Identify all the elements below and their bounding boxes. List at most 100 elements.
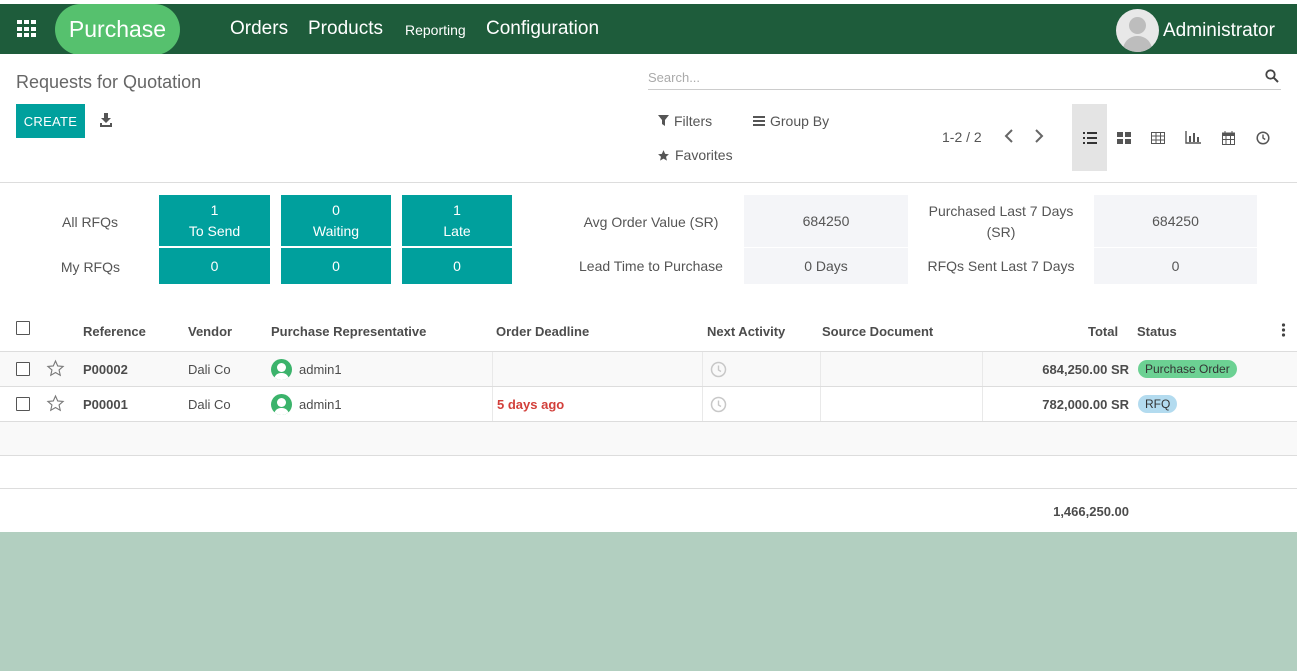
pager-value[interactable]: 1-2 / 2 (942, 129, 982, 145)
menu-orders[interactable]: Orders (230, 18, 288, 40)
tile-label: Late (443, 222, 471, 239)
row-checkbox[interactable] (16, 362, 30, 376)
search-icon[interactable] (1265, 69, 1279, 83)
purchased-7d-value: 684250 (1094, 195, 1257, 247)
pivot-view-icon (1150, 131, 1165, 144)
tile-count: 1 (453, 201, 461, 218)
tile-my-waiting[interactable]: 0 (281, 248, 391, 284)
kanban-view-button[interactable] (1106, 104, 1141, 171)
group-by-button[interactable]: Group By (753, 113, 829, 129)
status-badge: Purchase Order (1138, 360, 1237, 378)
col-rep[interactable]: Purchase Representative (271, 324, 426, 339)
my-rfqs-label: My RFQs (60, 259, 120, 275)
cell-divider (702, 387, 703, 421)
graph-view-button[interactable] (1175, 104, 1210, 171)
tile-count: 0 (453, 257, 461, 274)
col-reference[interactable]: Reference (83, 324, 146, 339)
app-brand[interactable]: Purchase (55, 4, 180, 55)
tile-my-late[interactable]: 0 (402, 248, 512, 284)
col-status[interactable]: Status (1137, 324, 1177, 339)
cell-reference: P00001 (83, 397, 128, 412)
col-source[interactable]: Source Document (822, 324, 933, 339)
row-checkbox[interactable] (16, 397, 30, 411)
more-options-icon[interactable] (1281, 323, 1286, 337)
tile-all-to-send[interactable]: 1 To Send (159, 195, 270, 246)
col-activity[interactable]: Next Activity (707, 324, 785, 339)
cell-deadline: 5 days ago (497, 397, 565, 412)
col-total[interactable]: Total (1088, 324, 1118, 339)
menu-configuration[interactable]: Configuration (486, 18, 599, 40)
lead-time-label: Lead Time to Purchase (579, 258, 723, 274)
cell-rep: admin1 (299, 362, 342, 377)
rfqs-sent-value: 0 (1094, 248, 1257, 284)
user-avatar (1116, 9, 1159, 52)
chevron-left-icon[interactable] (1002, 127, 1016, 145)
filters-button[interactable]: Filters (658, 113, 712, 129)
chevron-right-icon[interactable] (1032, 127, 1046, 145)
apps-grid-icon[interactable] (17, 20, 37, 38)
pivot-view-button[interactable] (1140, 104, 1175, 171)
cell-rep: admin1 (299, 397, 342, 412)
list-bars-icon (753, 116, 765, 126)
table-row[interactable]: P00001 Dali Co admin1 5 days ago 782,000… (0, 387, 1297, 422)
navbar: Purchase Orders Products Reporting Confi… (0, 4, 1297, 55)
activity-clock-icon[interactable] (710, 396, 727, 413)
calendar-view-button[interactable] (1211, 104, 1246, 171)
purchased-7d-label-line1: Purchased Last 7 Days (928, 203, 1074, 219)
rfqs-sent-label: RFQs Sent Last 7 Days (927, 258, 1075, 274)
calendar-view-icon (1222, 130, 1235, 145)
main-content: Requests for Quotation CREATE Filters Gr… (0, 54, 1297, 532)
filters-label: Filters (674, 113, 713, 129)
kanban-view-icon (1116, 131, 1131, 144)
download-icon[interactable] (99, 112, 113, 128)
purchased-7d-label-line2: (SR) (986, 224, 1016, 240)
empty-row (0, 422, 1297, 456)
create-button[interactable]: CREATE (16, 104, 85, 138)
cell-divider (820, 352, 821, 386)
cell-divider (702, 352, 703, 386)
star-icon[interactable] (46, 359, 65, 378)
rep-avatar (271, 394, 292, 415)
tile-all-waiting[interactable]: 0 Waiting (281, 195, 391, 246)
activity-view-button[interactable] (1245, 104, 1280, 171)
lead-time-value: 0 Days (744, 248, 908, 284)
favorites-label: Favorites (675, 147, 733, 163)
cell-divider (492, 387, 493, 421)
col-deadline[interactable]: Order Deadline (496, 324, 589, 339)
avg-order-value: 684250 (744, 195, 908, 247)
select-all-checkbox[interactable] (16, 321, 30, 335)
tile-count: 0 (332, 257, 340, 274)
grand-total: 1,466,250.00 (1053, 504, 1129, 519)
tile-count: 0 (210, 257, 219, 274)
favorites-button[interactable]: Favorites (657, 147, 733, 163)
avg-order-value-label: Avg Order Value (SR) (583, 214, 719, 230)
tile-label: To Send (188, 222, 241, 239)
search-input[interactable] (648, 66, 1248, 89)
list-view-button[interactable] (1072, 104, 1107, 171)
col-vendor[interactable]: Vendor (188, 324, 232, 339)
table-row[interactable]: P00002 Dali Co admin1 684,250.00 SR Purc… (0, 352, 1297, 387)
cell-vendor: Dali Co (188, 397, 231, 412)
cell-divider (820, 387, 821, 421)
star-filled-icon (658, 149, 669, 161)
tile-count: 1 (210, 201, 219, 218)
activity-clock-icon[interactable] (710, 361, 727, 378)
filter-icon (658, 115, 669, 126)
cell-total: 684,250.00 SR (1042, 362, 1129, 377)
menu-reporting[interactable]: Reporting (405, 22, 466, 38)
clock-view-icon (1255, 130, 1270, 145)
star-icon[interactable] (46, 394, 65, 413)
group-by-label: Group By (770, 113, 830, 129)
user-menu[interactable]: Administrator (1116, 9, 1275, 52)
menu-products[interactable]: Products (308, 18, 383, 40)
page-title: Requests for Quotation (16, 72, 202, 92)
rep-avatar (271, 359, 292, 380)
tile-my-to-send[interactable]: 0 (159, 248, 270, 284)
cell-divider (982, 352, 983, 386)
search-bar (648, 66, 1281, 90)
control-panel-divider (0, 182, 1297, 183)
list-view-icon (1082, 131, 1097, 144)
tile-count: 0 (332, 201, 340, 218)
tile-all-late[interactable]: 1 Late (402, 195, 512, 246)
cell-reference: P00002 (83, 362, 128, 377)
